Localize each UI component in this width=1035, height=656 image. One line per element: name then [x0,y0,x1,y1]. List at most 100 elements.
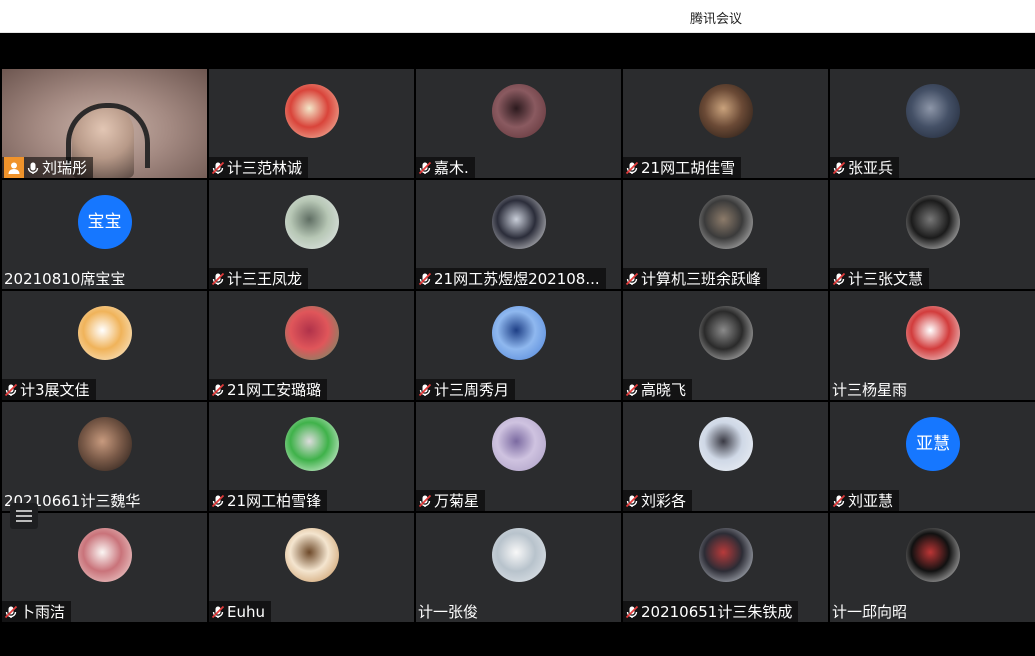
avatar [906,528,960,582]
side-panel-toggle[interactable] [10,503,38,529]
name-label: 21网工安璐璐 [209,379,328,400]
avatar [698,417,753,471]
mic-muted-icon [625,383,639,397]
avatar [698,195,753,249]
avatar [284,84,339,138]
mic-muted-icon [625,161,639,175]
name-label: 高晓飞 [623,379,693,400]
name-label: 卜雨洁 [2,601,72,622]
participant-name: 21网工柏雪锋 [227,492,322,510]
participant-name: 计三张文慧 [848,270,924,288]
name-label: 20210651计三朱铁成 [623,601,799,622]
participant-tile[interactable]: 张亚兵 [830,69,1035,178]
participant-name: 计三周秀月 [434,381,510,399]
participant-tile[interactable]: 计三王凤龙 [209,180,414,289]
participant-tile[interactable]: 计三杨星雨 [830,291,1035,400]
mic-muted-icon [625,605,639,619]
participant-tile[interactable]: 计3展文佳 [2,291,207,400]
mic-muted-icon [211,605,225,619]
participant-name: 张亚兵 [848,159,894,177]
participant-name: 计三杨星雨 [832,381,908,399]
participant-tile[interactable]: 亚慧 刘亚慧 [830,402,1035,511]
name-label: 万菊星 [416,490,486,511]
host-user-icon [4,157,24,178]
name-label: 21网工柏雪锋 [209,490,328,511]
participant-name: 刘彩各 [641,492,687,510]
name-label: 刘彩各 [623,490,693,511]
participant-tile[interactable]: 刘彩各 [623,402,828,511]
participant-name: 计一张俊 [418,603,479,621]
participant-tile[interactable]: Euhu [209,513,414,622]
name-label: 计算机三班余跃峰 [623,268,768,289]
name-label: 计三张文慧 [830,268,930,289]
participant-tile[interactable]: 计三范林诚 [209,69,414,178]
name-label: 计三杨星雨 [830,379,913,400]
participant-tile[interactable]: 嘉木. [416,69,621,178]
participant-name: 21网工胡佳雪 [641,159,736,177]
participant-tile[interactable]: 卜雨洁 [2,513,207,622]
name-label: 张亚兵 [830,157,900,178]
mic-muted-icon [832,494,846,508]
mic-muted-icon [418,494,432,508]
participant-name: 嘉木. [434,159,469,177]
participant-tile[interactable]: 刘瑞彤 [2,69,207,178]
name-label: Euhu [209,601,271,622]
avatar [491,528,546,582]
participant-tile[interactable]: 计一张俊 [416,513,621,622]
participant-name: 卜雨洁 [20,603,66,621]
participant-tile[interactable]: 21网工苏煜煜202108... [416,180,621,289]
participant-name: 20210810席宝宝 [4,270,126,288]
avatar [906,84,960,138]
participant-tile[interactable]: 21网工柏雪锋 [209,402,414,511]
mic-muted-icon [211,494,225,508]
avatar [906,195,960,249]
top-toolbar-area [0,33,1035,69]
mic-muted-icon [211,272,225,286]
participant-tile[interactable]: 计算机三班余跃峰 [623,180,828,289]
name-label: 计三周秀月 [416,379,516,400]
avatar [698,528,753,582]
mic-muted-icon [4,383,18,397]
avatar [491,84,546,138]
participant-tile[interactable]: 计一邱向昭 [830,513,1035,622]
participant-name: 计一邱向昭 [832,603,908,621]
mic-muted-icon [211,161,225,175]
participant-tile[interactable]: 高晓飞 [623,291,828,400]
avatar [77,528,132,582]
name-label: 计三范林诚 [209,157,309,178]
avatar [491,306,546,360]
participant-name: 刘亚慧 [848,492,894,510]
participant-tile[interactable]: 20210661计三魏华 [2,402,207,511]
name-label: 计三王凤龙 [209,268,309,289]
window-title: 腾讯会议 [690,12,743,27]
avatar [284,528,339,582]
avatar [77,306,132,360]
participant-tile[interactable]: 21网工安璐璐 [209,291,414,400]
participant-grid: 刘瑞彤 计三范林诚 嘉木. 21网工胡佳雪 张亚兵宝宝 20210810席宝宝 计三王凤龙 2… [2,69,1035,622]
participant-tile[interactable]: 宝宝 20210810席宝宝 [2,180,207,289]
participant-tile[interactable]: 20210651计三朱铁成 [623,513,828,622]
participant-name: 计三范林诚 [227,159,303,177]
name-label: 刘瑞彤 [2,157,94,178]
name-label: 计一张俊 [416,601,484,622]
participant-tile[interactable]: 计三张文慧 [830,180,1035,289]
mic-icon [26,161,40,175]
participant-tile[interactable]: 计三周秀月 [416,291,621,400]
mic-muted-icon [4,605,18,619]
participant-name: Euhu [227,602,265,621]
name-label: 嘉木. [416,157,475,178]
participant-name: 21网工苏煜煜202108... [434,270,600,288]
mic-muted-icon [418,272,432,286]
participant-tile[interactable]: 21网工胡佳雪 [623,69,828,178]
participant-name: 计算机三班余跃峰 [641,270,762,288]
avatar [284,306,339,360]
mic-muted-icon [418,383,432,397]
mic-muted-icon [832,272,846,286]
avatar [698,306,753,360]
participant-tile[interactable]: 万菊星 [416,402,621,511]
avatar [906,306,960,360]
participant-name: 高晓飞 [641,381,687,399]
participant-name: 万菊星 [434,492,480,510]
name-label: 21网工苏煜煜202108... [416,268,606,289]
participant-name: 21网工安璐璐 [227,381,322,399]
